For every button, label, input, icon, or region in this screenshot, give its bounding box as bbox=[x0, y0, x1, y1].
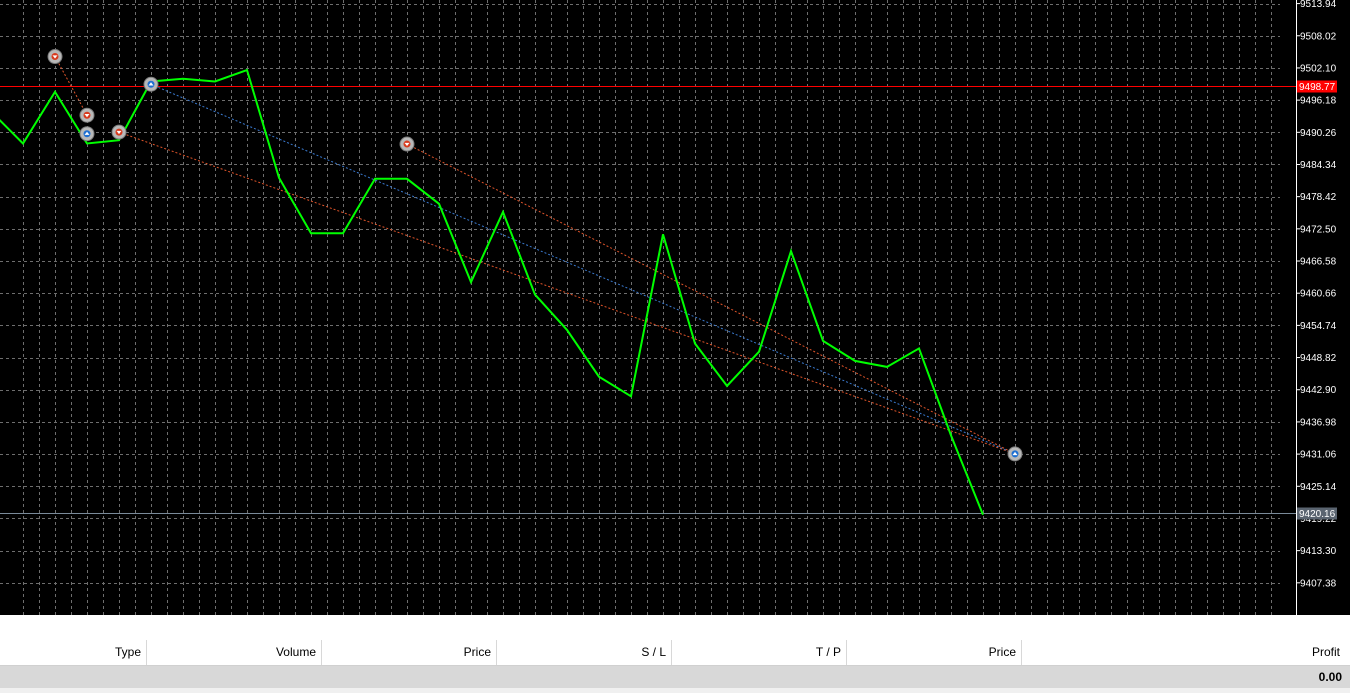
terminal-total-row: 0.00 bbox=[0, 666, 1350, 688]
x-tick-label: 13 Aug 17:48 bbox=[247, 621, 306, 632]
price-series-line bbox=[0, 68, 984, 516]
y-tick-label: 9472.50 bbox=[1300, 224, 1337, 235]
x-tick-label: 13 Aug 17:58 bbox=[567, 621, 626, 632]
y-tick-label: 9431.06 bbox=[1300, 450, 1337, 461]
total-profit-value: 0.00 bbox=[1318, 670, 1342, 684]
x-tick-label: 13 Aug 18:00 bbox=[631, 621, 690, 632]
column-take-profit[interactable]: T / P bbox=[672, 640, 847, 665]
y-tick-label: 9508.02 bbox=[1300, 31, 1337, 42]
y-tick-label: 9460.66 bbox=[1300, 289, 1337, 300]
bid-price-line-label: 9420.16 bbox=[1299, 509, 1336, 520]
y-tick-label: 9490.26 bbox=[1300, 128, 1337, 139]
column-current-price[interactable]: Price bbox=[847, 640, 1022, 665]
x-tick-label: 13 Aug 17:56 bbox=[503, 621, 562, 632]
red-price-line-label: 9498.77 bbox=[1299, 82, 1336, 93]
x-tick-label: 13 Aug 17:44 bbox=[119, 621, 178, 632]
column-price[interactable]: Price bbox=[322, 640, 497, 665]
x-tick-label: 13 Aug 17:52 bbox=[375, 621, 434, 632]
x-tick-label: 13 Aug 18:06 bbox=[823, 621, 882, 632]
x-tick-label: 13 Aug 18:02 bbox=[695, 621, 754, 632]
x-tick-label: 13 Aug 17:46 bbox=[183, 621, 242, 632]
column-profit[interactable]: Profit bbox=[1022, 640, 1345, 665]
x-tick-label: 13 Aug 18:10 bbox=[951, 621, 1010, 632]
chart-area[interactable]: 9513.94 9508.02 9502.10 9496.18 9490.26 9484.… bbox=[0, 0, 1350, 632]
y-tick-label: 9448.82 bbox=[1300, 353, 1337, 364]
y-tick-label: 9413.30 bbox=[1300, 546, 1337, 557]
column-volume[interactable]: Volume bbox=[147, 640, 322, 665]
terminal-header: Type Volume Price S / L T / P Price Prof… bbox=[0, 640, 1350, 666]
x-tick-label: 13 Aug 17:54 bbox=[439, 621, 498, 632]
terminal-panel: Type Volume Price S / L T / P Price Prof… bbox=[0, 640, 1350, 693]
x-tick-label: 13 Aug 18:08 bbox=[887, 621, 946, 632]
x-tick-label: Aug 17:42 bbox=[4, 621, 50, 632]
y-tick-label: 9454.74 bbox=[1300, 321, 1337, 332]
column-stop-loss[interactable]: S / L bbox=[497, 640, 672, 665]
y-tick-label: 9442.90 bbox=[1300, 385, 1337, 396]
y-tick-label: 9425.14 bbox=[1300, 482, 1337, 493]
y-tick-label: 9407.38 bbox=[1300, 578, 1337, 589]
y-tick-label: 9478.42 bbox=[1300, 192, 1337, 203]
y-tick-label: 9484.34 bbox=[1300, 160, 1337, 171]
price-chart[interactable]: 9513.94 9508.02 9502.10 9496.18 9490.26 9484.… bbox=[0, 0, 1350, 635]
x-tick-label: 13 Aug 18:04 bbox=[759, 621, 818, 632]
x-tick-label: 13 Aug 17:50 bbox=[311, 621, 370, 632]
trade-line bbox=[54, 56, 88, 116]
y-tick-label: 9513.94 bbox=[1300, 0, 1337, 10]
y-tick-label: 9466.58 bbox=[1300, 257, 1337, 268]
y-tick-label: 9496.18 bbox=[1300, 96, 1337, 107]
y-tick-label: 9436.98 bbox=[1300, 417, 1337, 428]
x-tick-label: 13 Aug 18:12 bbox=[1015, 621, 1074, 632]
column-type[interactable]: Type bbox=[0, 640, 147, 665]
trade-line bbox=[406, 143, 1016, 455]
y-tick-label: 9502.10 bbox=[1300, 63, 1337, 74]
